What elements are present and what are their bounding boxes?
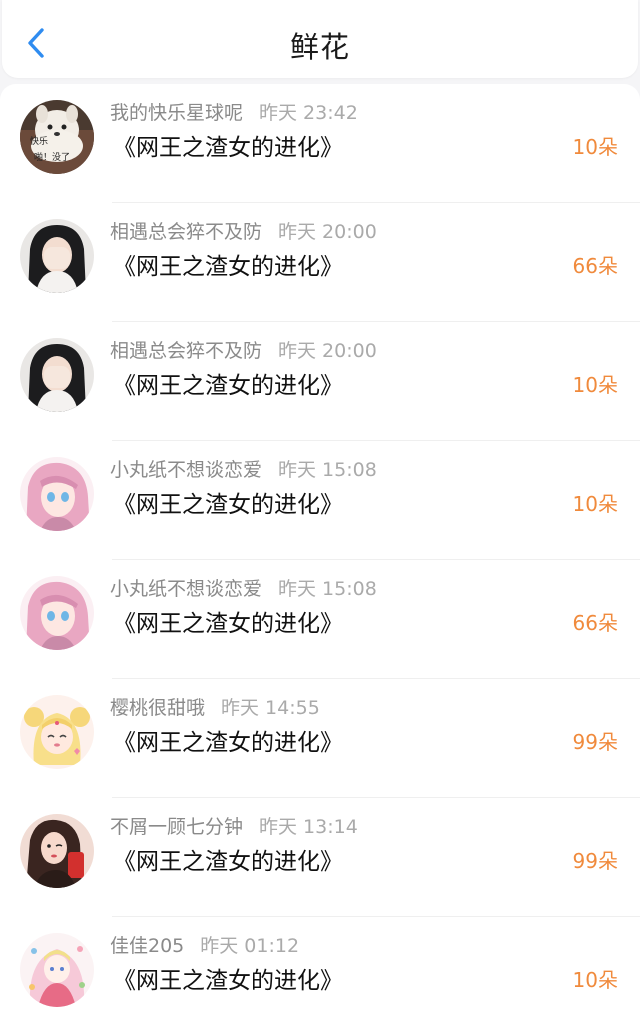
sender-meta: 不屑一顾七分钟 昨天 13:14 <box>110 812 358 839</box>
sender-meta: 相遇总会猝不及防 昨天 20:00 <box>110 336 377 363</box>
timestamp: 昨天 23:42 <box>259 102 358 124</box>
flower-count: 10朵 <box>572 968 618 992</box>
timestamp: 昨天 14:55 <box>221 697 320 719</box>
sender-name[interactable]: 小丸纸不想谈恋爱 <box>110 578 262 600</box>
anime-princess-avatar-image <box>20 933 94 1007</box>
sender-name[interactable]: 我的快乐星球呢 <box>110 102 243 124</box>
flower-count: 99朵 <box>572 730 618 754</box>
list-item[interactable]: 小丸纸不想谈恋爱 昨天 15:08 《网王之渣女的进化》 10朵 <box>0 441 640 560</box>
girl-red-phone-avatar-image <box>20 814 94 888</box>
avatar[interactable]: 快乐 啪！没了 <box>20 100 94 174</box>
list-item[interactable]: 佳佳205 昨天 01:12 《网王之渣女的进化》 10朵 <box>0 917 640 1030</box>
avatar[interactable] <box>20 933 94 1007</box>
meme-dog-avatar-image: 快乐 啪！没了 <box>20 100 94 174</box>
top-nav-bar: 鲜花 <box>2 0 638 78</box>
book-title[interactable]: 《网王之渣女的进化》 <box>113 842 343 876</box>
flower-count: 10朵 <box>572 373 618 397</box>
list-item[interactable]: 不屑一顾七分钟 昨天 13:14 《网王之渣女的进化》 99朵 <box>0 798 640 917</box>
book-title[interactable]: 《网王之渣女的进化》 <box>113 961 343 995</box>
flower-count: 10朵 <box>572 135 618 159</box>
book-title[interactable]: 《网王之渣女的进化》 <box>113 366 343 400</box>
sender-name[interactable]: 小丸纸不想谈恋爱 <box>110 459 262 481</box>
sender-meta: 相遇总会猝不及防 昨天 20:00 <box>110 217 377 244</box>
book-title[interactable]: 《网王之渣女的进化》 <box>113 247 343 281</box>
page: 鲜花 快乐 啪！没了 我的快乐星球呢 昨天 23:42 《网王之渣女的进化》 1… <box>0 0 640 1030</box>
sender-meta: 小丸纸不想谈恋爱 昨天 15:08 <box>110 455 377 482</box>
meme-text-1: 快乐 <box>30 135 48 147</box>
flower-count: 10朵 <box>572 492 618 516</box>
sender-name[interactable]: 相遇总会猝不及防 <box>110 340 262 362</box>
flower-count: 99朵 <box>572 849 618 873</box>
sender-meta: 我的快乐星球呢 昨天 23:42 <box>110 98 358 125</box>
list-item[interactable]: 相遇总会猝不及防 昨天 20:00 《网王之渣女的进化》 66朵 <box>0 203 640 322</box>
sender-meta: 樱桃很甜哦 昨天 14:55 <box>110 693 320 720</box>
flower-count: 66朵 <box>572 254 618 278</box>
sender-name[interactable]: 相遇总会猝不及防 <box>110 221 262 243</box>
list-item[interactable]: 小丸纸不想谈恋爱 昨天 15:08 《网王之渣女的进化》 66朵 <box>0 560 640 679</box>
avatar[interactable] <box>20 457 94 531</box>
avatar[interactable] <box>20 576 94 650</box>
sender-name[interactable]: 不屑一顾七分钟 <box>110 816 243 838</box>
sender-meta: 佳佳205 昨天 01:12 <box>110 931 299 958</box>
flower-count: 66朵 <box>572 611 618 635</box>
timestamp: 昨天 15:08 <box>278 578 377 600</box>
list-item[interactable]: 相遇总会猝不及防 昨天 20:00 《网王之渣女的进化》 10朵 <box>0 322 640 441</box>
timestamp: 昨天 20:00 <box>278 340 377 362</box>
timestamp: 昨天 01:12 <box>200 935 300 957</box>
timestamp: 昨天 15:08 <box>278 459 377 481</box>
timestamp: 昨天 20:00 <box>278 221 377 243</box>
book-title[interactable]: 《网王之渣女的进化》 <box>113 485 343 519</box>
book-title[interactable]: 《网王之渣女的进化》 <box>113 723 343 757</box>
sender-meta: 小丸纸不想谈恋爱 昨天 15:08 <box>110 574 377 601</box>
sender-name[interactable]: 樱桃很甜哦 <box>110 697 205 719</box>
page-title: 鲜花 <box>289 30 350 64</box>
anime-girl-pink-hair-avatar-image <box>20 457 94 531</box>
meme-text-2: 啪！没了 <box>34 151 70 163</box>
avatar[interactable] <box>20 219 94 293</box>
book-title[interactable]: 《网王之渣女的进化》 <box>113 604 343 638</box>
avatar[interactable] <box>20 338 94 412</box>
book-title[interactable]: 《网王之渣女的进化》 <box>113 128 343 162</box>
list-item[interactable]: 樱桃很甜哦 昨天 14:55 《网王之渣女的进化》 99朵 <box>0 679 640 798</box>
list-item[interactable]: 快乐 啪！没了 我的快乐星球呢 昨天 23:42 《网王之渣女的进化》 10朵 <box>0 84 640 203</box>
anime-girl-pink-hair-avatar-image <box>20 576 94 650</box>
flower-gift-list: 快乐 啪！没了 我的快乐星球呢昨天 23:42 《网王之渣女的进化》 10朵 <box>0 84 640 1030</box>
sender-name[interactable]: 佳佳205 <box>110 935 184 957</box>
avatar[interactable] <box>20 814 94 888</box>
avatar[interactable] <box>20 695 94 769</box>
girl-covering-face-avatar-image <box>20 338 94 412</box>
sailor-moon-avatar-image <box>20 695 94 769</box>
girl-covering-face-avatar-image <box>20 219 94 293</box>
timestamp: 昨天 13:14 <box>259 816 358 838</box>
